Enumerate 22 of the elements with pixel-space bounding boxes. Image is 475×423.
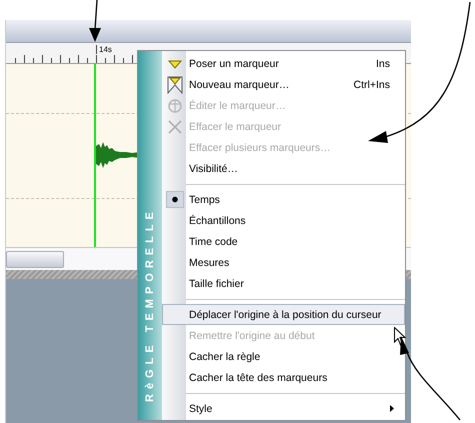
menu-side-title: RèGLE TEMPORELLE	[143, 207, 157, 402]
menu-item[interactable]: Nouveau marqueur… Ctrl+Ins	[162, 74, 405, 95]
menu-item[interactable]: Mesures	[162, 252, 405, 273]
submenu-arrow-icon	[390, 405, 394, 412]
menu-item[interactable]: Cacher la règle	[162, 346, 405, 367]
ruler-label: 14s	[96, 45, 112, 54]
menu-item[interactable]: Temps	[162, 189, 405, 210]
menu-item[interactable]: Visibilité…	[162, 158, 405, 179]
menu-item[interactable]: Time code	[162, 231, 405, 252]
scrollbar-thumb[interactable]	[6, 250, 64, 268]
menu-item[interactable]: Cacher la tête des marqueurs	[162, 367, 405, 388]
menu-item[interactable]: Style	[162, 398, 405, 419]
menu-item[interactable]: Déplacer l'origine à la position du curseur	[162, 304, 405, 325]
waveform-drawing	[96, 140, 140, 170]
marker-icon	[167, 56, 183, 70]
menu-item[interactable]: Échantillons	[162, 210, 405, 231]
new-marker-icon	[167, 76, 183, 94]
delete-icon	[168, 120, 182, 134]
marker-wheel-icon	[167, 98, 183, 114]
callout-arrow	[89, 0, 101, 42]
menu-item[interactable]: Poser un marqueur Ins	[162, 53, 405, 74]
menu-item[interactable]: Taille fichier	[162, 273, 405, 294]
